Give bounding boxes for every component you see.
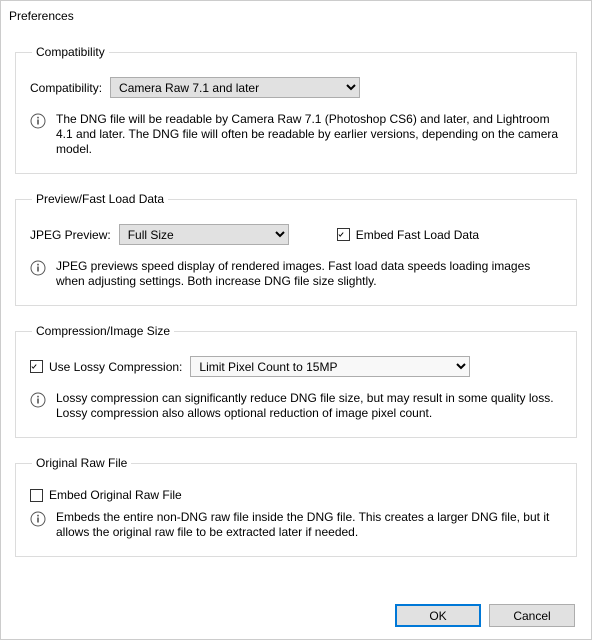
window-title: Preferences	[1, 1, 591, 31]
embed-fast-load-checkbox[interactable]: Embed Fast Load Data	[337, 228, 479, 242]
checkbox-icon	[337, 228, 350, 241]
use-lossy-compression-checkbox[interactable]: Use Lossy Compression:	[30, 360, 182, 374]
checkbox-icon	[30, 489, 43, 502]
content-area: Compatibility Compatibility: Camera Raw …	[1, 31, 591, 557]
group-preview: Preview/Fast Load Data JPEG Preview: Ful…	[15, 192, 577, 306]
info-icon	[30, 392, 46, 408]
info-icon	[30, 260, 46, 276]
group-compression: Compression/Image Size Use Lossy Compres…	[15, 324, 577, 438]
pixel-count-dropdown[interactable]: Limit Pixel Count to 15MP	[190, 356, 470, 377]
use-lossy-compression-label: Use Lossy Compression:	[49, 360, 182, 374]
group-preview-legend: Preview/Fast Load Data	[32, 192, 168, 206]
dialog-button-row: OK Cancel	[395, 604, 575, 627]
group-compression-legend: Compression/Image Size	[32, 324, 174, 338]
group-original: Original Raw File Embed Original Raw Fil…	[15, 456, 577, 557]
compatibility-label: Compatibility:	[30, 81, 102, 95]
preview-info-text: JPEG previews speed display of rendered …	[56, 259, 562, 289]
info-icon	[30, 113, 46, 129]
compatibility-dropdown[interactable]: Camera Raw 7.1 and later	[110, 77, 360, 98]
group-compatibility-legend: Compatibility	[32, 45, 109, 59]
group-original-legend: Original Raw File	[32, 456, 131, 470]
compatibility-info-text: The DNG file will be readable by Camera …	[56, 112, 562, 157]
cancel-button[interactable]: Cancel	[489, 604, 575, 627]
embed-original-raw-checkbox[interactable]: Embed Original Raw File	[30, 488, 182, 502]
checkbox-icon	[30, 360, 43, 373]
preferences-window: Preferences Compatibility Compatibility:…	[0, 0, 592, 640]
jpeg-preview-dropdown[interactable]: Full Size	[119, 224, 289, 245]
compression-info-text: Lossy compression can significantly redu…	[56, 391, 562, 421]
original-info-text: Embeds the entire non-DNG raw file insid…	[56, 510, 562, 540]
embed-original-raw-label: Embed Original Raw File	[49, 488, 182, 502]
jpeg-preview-label: JPEG Preview:	[30, 228, 111, 242]
embed-fast-load-label: Embed Fast Load Data	[356, 228, 479, 242]
group-compatibility: Compatibility Compatibility: Camera Raw …	[15, 45, 577, 174]
info-icon	[30, 511, 46, 527]
ok-button[interactable]: OK	[395, 604, 481, 627]
